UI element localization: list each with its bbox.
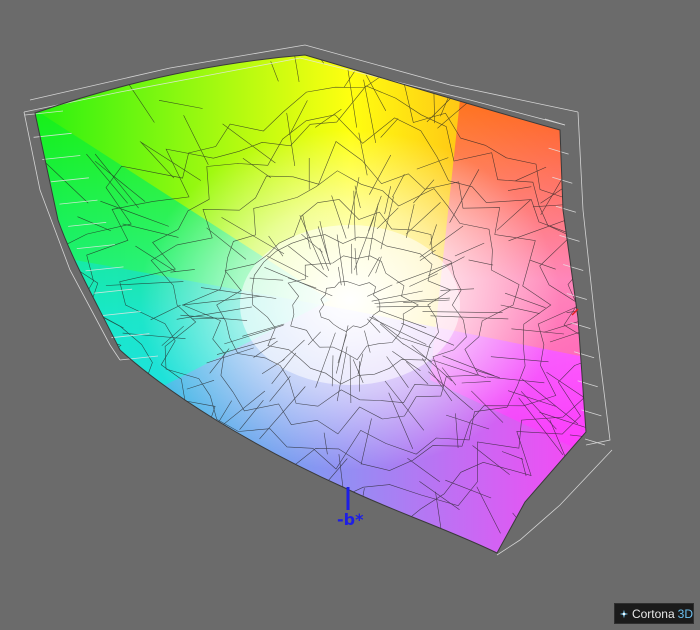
mesh-edge (612, 289, 642, 307)
cortona3d-badge[interactable]: Cortona 3D (614, 603, 694, 624)
mesh-edge (614, 233, 636, 243)
mesh-edge (607, 386, 660, 416)
vrml-viewport[interactable]: -b* Cortona 3D (0, 0, 700, 630)
mesh-edge (143, 438, 167, 459)
gamut-3d-model[interactable] (0, 0, 700, 630)
mesh-edge (157, 460, 177, 478)
mesh-edge (597, 326, 659, 327)
mesh-edge (35, 298, 72, 327)
mesh-edge (176, 438, 222, 478)
mesh-edge (35, 343, 62, 350)
mesh-edge (624, 211, 698, 224)
b-axis-label: -b* (337, 510, 364, 529)
mesh-edge (479, 62, 521, 84)
brand-name: Cortona (631, 606, 675, 621)
mesh-edge (183, 451, 204, 475)
mesh-edge (294, 547, 305, 553)
mesh-edge (246, 485, 263, 506)
mesh-edge (333, 531, 338, 553)
mesh-edge (616, 332, 675, 365)
mesh-edge (579, 442, 586, 497)
mesh-edge (607, 384, 620, 418)
brand-suffix: 3D (677, 606, 693, 621)
mesh-edge (636, 341, 700, 349)
mesh-edge (202, 517, 242, 522)
mesh-edge (169, 431, 195, 459)
mesh-edge (197, 435, 227, 449)
mesh-edge (570, 205, 586, 228)
mesh-edge (332, 521, 335, 553)
mesh-edge (376, 530, 414, 553)
mesh-edge (48, 358, 88, 393)
mesh-edge (372, 55, 398, 80)
mesh-edge (606, 349, 627, 381)
mesh-edge (47, 400, 96, 415)
mesh-edge (213, 425, 222, 463)
mesh-edge (265, 461, 291, 507)
mesh-edge (132, 438, 165, 490)
mesh-edge (51, 388, 125, 391)
cage-rib (544, 118, 566, 126)
cortona-logo-icon (619, 609, 629, 618)
mesh-edge (611, 140, 648, 190)
